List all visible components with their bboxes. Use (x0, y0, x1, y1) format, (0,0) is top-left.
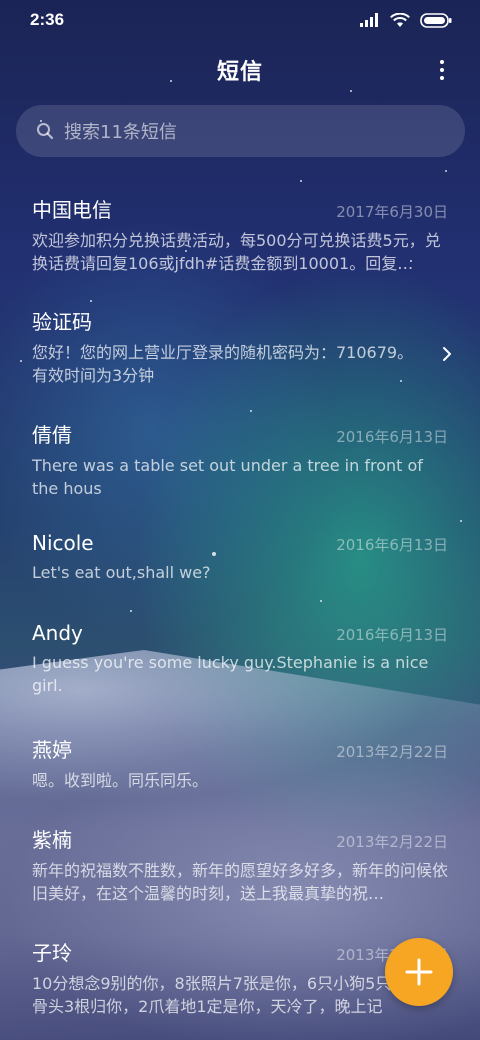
conversation-item[interactable]: 倩倩 2016年6月13日 There was a table set out … (0, 419, 480, 500)
contact-name: 子玲 (32, 941, 72, 965)
contact-name: 中国电信 (32, 198, 112, 222)
new-message-button[interactable] (385, 938, 453, 1006)
message-preview: 您好！您的网上营业厅登录的随机密码为：710679。有效时间为3分钟 (32, 343, 414, 385)
conversation-item[interactable]: 燕婷 2013年2月22日 嗯。收到啦。同乐同乐。 (0, 734, 480, 792)
contact-name: 验证码 (32, 310, 92, 334)
message-date: 2016年6月13日 (336, 536, 448, 554)
message-date: 2013年2月22日 (336, 743, 448, 761)
chevron-right-icon (443, 347, 451, 361)
message-preview: I guess you're some lucky guy.Stephanie … (32, 653, 429, 695)
contact-name: Andy (32, 621, 83, 645)
status-time: 2:36 (30, 10, 65, 29)
status-icons (360, 12, 452, 28)
message-date: 2016年6月13日 (336, 626, 448, 644)
header: 短信 (0, 48, 480, 92)
message-preview: 嗯。收到啦。同乐同乐。 (32, 771, 209, 790)
plus-icon (405, 958, 433, 986)
message-date: 2017年6月30日 (336, 203, 448, 221)
conversation-item[interactable]: Nicole 2016年6月13日 Let's eat out,shall we… (0, 531, 480, 584)
message-preview: Let's eat out,shall we? (32, 563, 211, 582)
contact-name: Nicole (32, 531, 94, 555)
message-date: 2016年6月13日 (336, 428, 448, 446)
search-input[interactable]: 搜索11条短信 (16, 105, 465, 157)
status-bar: 2:36 (0, 0, 480, 40)
contact-name: 燕婷 (32, 738, 72, 762)
search-icon (37, 123, 54, 140)
message-date: 2013年2月22日 (336, 833, 448, 851)
conversation-item[interactable]: 验证码 您好！您的网上营业厅登录的随机密码为：710679。有效时间为3分钟 (0, 306, 480, 387)
battery-icon (420, 12, 452, 28)
contact-name: 紫楠 (32, 828, 72, 852)
search-placeholder: 搜索11条短信 (64, 122, 177, 143)
message-preview: 新年的祝福数不胜数，新年的愿望好多好多，新年的问候依旧美好，在这个温馨的时刻，送… (32, 861, 448, 903)
conversation-item[interactable]: Andy 2016年6月13日 I guess you're some luck… (0, 621, 480, 697)
page-title: 短信 (216, 60, 263, 85)
signal-icon (360, 13, 378, 27)
message-preview: 欢迎参加积分兑换话费活动，每500分可兑换话费5元，兑换话费请回复106或jfd… (32, 231, 441, 273)
message-preview: There was a table set out under a tree i… (32, 456, 423, 498)
conversation-item[interactable]: 中国电信 2017年6月30日 欢迎参加积分兑换话费活动，每500分可兑换话费5… (0, 194, 480, 275)
more-vertical-icon[interactable] (432, 58, 452, 82)
wifi-icon (390, 12, 410, 27)
conversation-item[interactable]: 紫楠 2013年2月22日 新年的祝福数不胜数，新年的愿望好多好多，新年的问候依… (0, 824, 480, 905)
contact-name: 倩倩 (32, 423, 72, 447)
